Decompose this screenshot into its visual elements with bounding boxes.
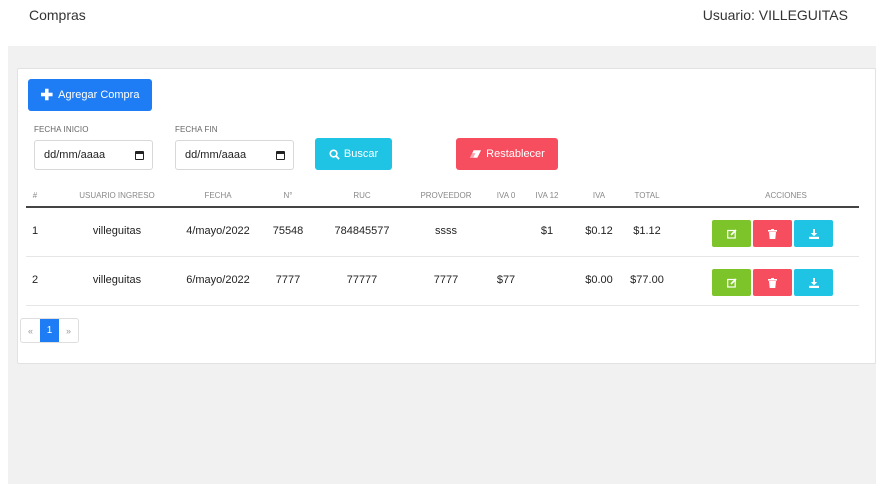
table-header: # USUARIO INGRESO FECHA N° RUC PROVEEDOR… xyxy=(26,182,859,208)
cell-iva: $0.00 xyxy=(585,274,613,286)
table-row: 1 villeguitas 4/mayo/2022 75548 78484557… xyxy=(26,208,859,257)
plus-icon: ✚ xyxy=(40,86,54,104)
cell-user: villeguitas xyxy=(92,274,142,286)
column-header: IVA 0 xyxy=(496,191,516,200)
calendar-icon[interactable] xyxy=(276,150,285,160)
cell-iva: $0.12 xyxy=(585,225,613,237)
column-header: RUC xyxy=(353,191,371,200)
search-label: Buscar xyxy=(343,148,379,160)
edit-button[interactable] xyxy=(712,220,751,247)
end-date-placeholder: dd/mm/aaaa xyxy=(185,149,247,161)
purchases-card: ✚ Agregar Compra FECHA INICIO dd/mm/aaaa… xyxy=(17,68,876,364)
cell-invoice-number: 7777 xyxy=(275,274,301,286)
end-date-label: FECHA FIN xyxy=(175,125,218,134)
column-header: FECHA xyxy=(204,191,232,200)
column-header: N° xyxy=(283,191,293,200)
table-row: 2 villeguitas 6/mayo/2022 7777 77777 777… xyxy=(26,257,859,306)
add-purchase-button[interactable]: ✚ Agregar Compra xyxy=(28,79,152,111)
column-header: PROVEEDOR xyxy=(420,191,472,200)
search-button[interactable]: Buscar xyxy=(315,138,392,170)
cell-ruc: 784845577 xyxy=(334,225,390,237)
cell-supplier: ssss xyxy=(435,225,457,237)
calendar-icon[interactable] xyxy=(135,150,144,160)
edit-button[interactable] xyxy=(712,269,751,296)
cell-date: 6/mayo/2022 xyxy=(186,274,250,286)
download-icon xyxy=(808,277,819,288)
eraser-icon xyxy=(470,150,482,158)
reset-button[interactable]: Restablecer xyxy=(456,138,558,170)
purchases-table: # USUARIO INGRESO FECHA N° RUC PROVEEDOR… xyxy=(26,182,859,306)
cell-number: 1 xyxy=(31,225,39,237)
column-header: IVA 12 xyxy=(535,191,559,200)
trash-icon xyxy=(768,228,777,239)
reset-label: Restablecer xyxy=(486,148,545,160)
start-date-input[interactable]: dd/mm/aaaa xyxy=(34,140,153,170)
download-icon xyxy=(808,228,819,239)
delete-button[interactable] xyxy=(753,220,792,247)
cell-number: 2 xyxy=(31,274,39,286)
start-date-label: FECHA INICIO xyxy=(34,125,89,134)
search-icon xyxy=(329,148,340,160)
pagination-next[interactable]: » xyxy=(59,319,78,342)
current-user-label: Usuario: VILLEGUITAS xyxy=(702,7,848,23)
download-button[interactable] xyxy=(794,269,833,296)
delete-button[interactable] xyxy=(753,269,792,296)
cell-invoice-number: 75548 xyxy=(272,225,304,237)
cell-date: 4/mayo/2022 xyxy=(186,225,250,237)
cell-iva0: $77 xyxy=(496,274,516,286)
add-purchase-label: Agregar Compra xyxy=(58,89,140,101)
pagination: « 1 » xyxy=(20,318,79,343)
column-header: ACCIONES xyxy=(765,191,807,200)
end-date-input[interactable]: dd/mm/aaaa xyxy=(175,140,294,170)
cell-ruc: 77777 xyxy=(346,274,378,286)
cell-user: villeguitas xyxy=(92,225,142,237)
top-bar: Compras Usuario: VILLEGUITAS xyxy=(0,0,876,46)
cell-iva12: $1 xyxy=(540,225,554,237)
column-header: USUARIO INGRESO xyxy=(79,191,155,200)
pagination-prev[interactable]: « xyxy=(21,319,40,342)
column-header: # xyxy=(32,191,38,200)
download-button[interactable] xyxy=(794,220,833,247)
trash-icon xyxy=(768,277,777,288)
edit-icon xyxy=(726,277,737,288)
cell-total: $77.00 xyxy=(630,274,664,286)
cell-total: $1.12 xyxy=(633,225,661,237)
column-header: IVA xyxy=(592,191,606,200)
edit-icon xyxy=(726,228,737,239)
page-title: Compras xyxy=(29,7,86,23)
pagination-page-current[interactable]: 1 xyxy=(40,319,59,342)
column-header: TOTAL xyxy=(634,191,660,200)
cell-supplier: 7777 xyxy=(433,274,459,286)
start-date-placeholder: dd/mm/aaaa xyxy=(44,149,106,161)
